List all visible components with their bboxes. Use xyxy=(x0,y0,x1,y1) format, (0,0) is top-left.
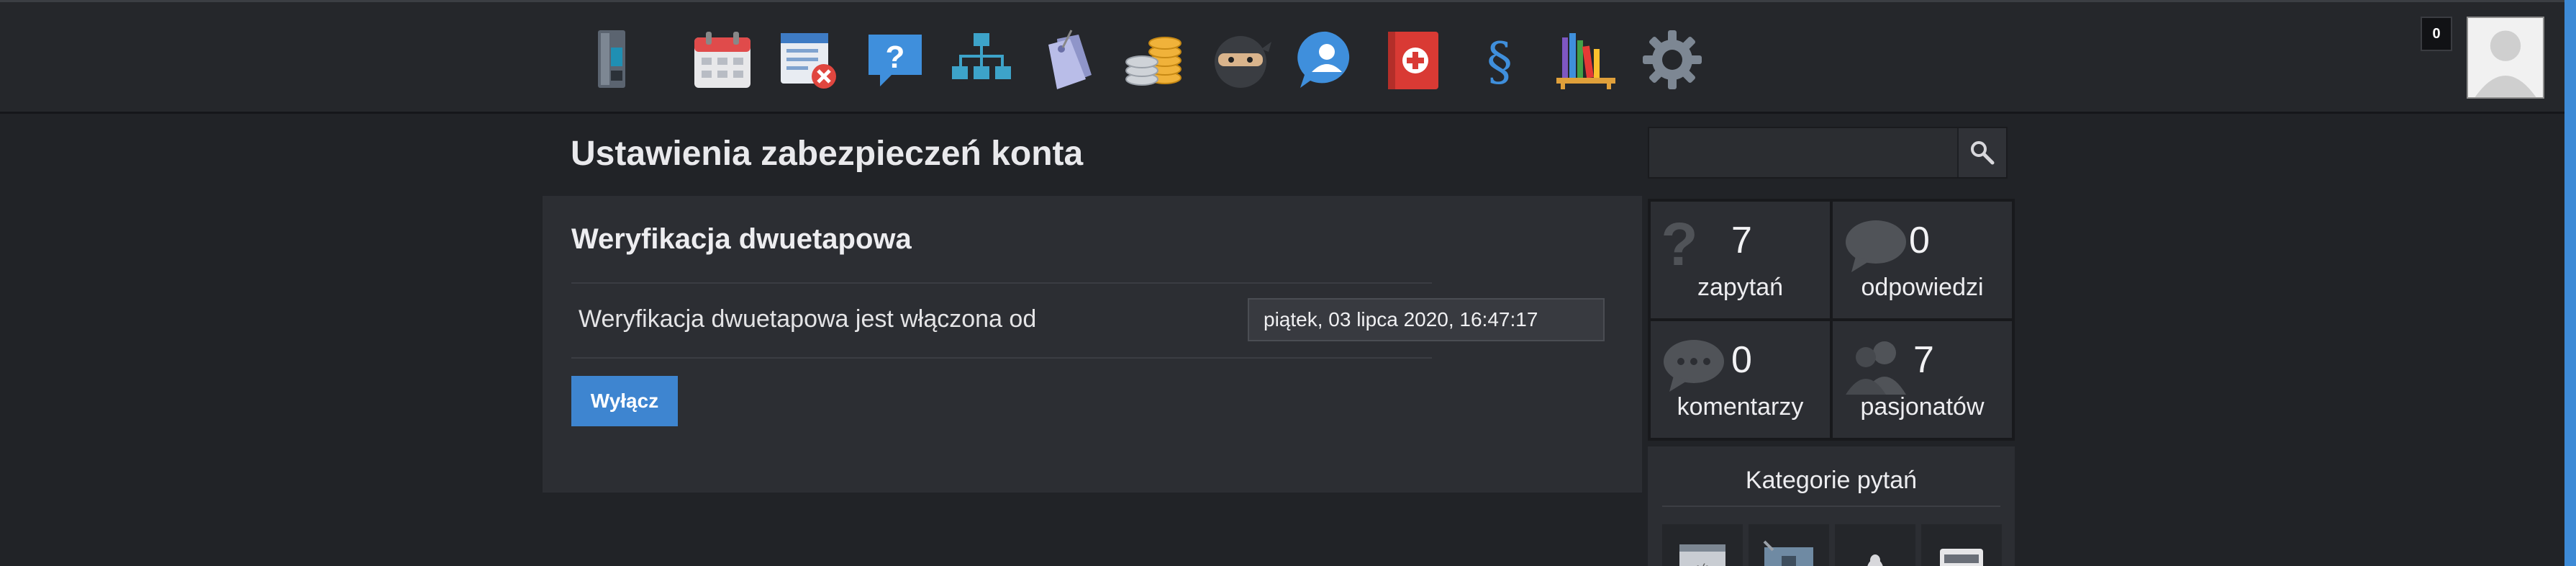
stat-questions[interactable]: ? 7 zapytań xyxy=(1651,202,1830,318)
stat-comments[interactable]: 0 komentarzy xyxy=(1651,321,1830,438)
search-input[interactable] xyxy=(1649,128,1957,177)
bookshelf-icon[interactable] xyxy=(1548,22,1623,97)
notification-count-badge[interactable]: 0 xyxy=(2421,17,2452,51)
page-title: Ustawienia zabezpieczeń konta xyxy=(571,135,1084,173)
category-programming[interactable]: </> xyxy=(1662,524,1743,566)
speech-bubble-icon xyxy=(1846,220,1906,272)
divider xyxy=(1662,506,2000,507)
stat-answers-label: odpowiedzi xyxy=(1861,274,1984,301)
user-stats-grid: ? 7 zapytań 0 odpowiedzi 0 komentarzy 7 … xyxy=(1648,199,2015,441)
coins-icon[interactable] xyxy=(1117,22,1192,97)
two-factor-panel: Weryfikacja dwuetapowa Weryfikacja dwuet… xyxy=(543,196,1642,493)
category-networking[interactable] xyxy=(1921,524,2002,566)
paragraph-icon[interactable]: § xyxy=(1462,22,1537,97)
category-hardware[interactable] xyxy=(1749,524,1829,566)
enabled-since-field: piątek, 03 lipca 2020, 16:47:17 xyxy=(1248,298,1605,341)
disable-two-factor-button[interactable]: Wyłącz xyxy=(571,376,678,426)
penguin-icon xyxy=(1867,554,1883,566)
tags-icon[interactable] xyxy=(1030,22,1105,97)
stat-answers-count: 0 xyxy=(1909,220,1930,261)
device-icon[interactable] xyxy=(576,22,650,97)
stat-followers[interactable]: 7 pasjonatów xyxy=(1833,321,2012,438)
category-linux[interactable] xyxy=(1835,524,1915,566)
divider xyxy=(571,357,1432,359)
users-icon xyxy=(1846,341,1906,395)
calendar-icon[interactable] xyxy=(685,22,760,97)
circuit-board-icon xyxy=(1763,540,1813,566)
stat-questions-count: 7 xyxy=(1731,220,1752,261)
scrollbar-accent xyxy=(2564,0,2576,566)
network-switch-icon xyxy=(1940,549,1983,566)
stat-questions-label: zapytań xyxy=(1697,274,1784,301)
categories-title: Kategorie pytań xyxy=(1745,467,1918,494)
list-remove-icon[interactable] xyxy=(771,22,846,97)
svg-text:</>: </> xyxy=(1692,561,1713,566)
search-button[interactable] xyxy=(1957,128,2006,177)
code-window-icon: </> xyxy=(1679,544,1725,566)
user-avatar[interactable] xyxy=(2467,17,2544,99)
comment-bubble-icon xyxy=(1664,340,1724,392)
user-chat-icon[interactable] xyxy=(1289,22,1364,97)
svg-text:?: ? xyxy=(886,40,905,75)
divider xyxy=(571,282,1432,284)
gear-icon[interactable] xyxy=(1635,22,1710,97)
question-icon[interactable]: ? xyxy=(858,22,933,97)
ninja-icon[interactable] xyxy=(1203,22,1278,97)
question-mark-icon: ? xyxy=(1662,217,1698,275)
category-icon-row: </> xyxy=(1662,524,2002,566)
stat-followers-count: 7 xyxy=(1913,339,1934,381)
top-navigation-bar: ? § 0 xyxy=(0,0,2576,114)
two-factor-status-label: Weryfikacja dwuetapowa jest włączona od xyxy=(579,305,1037,333)
nav-icon-bar: ? § xyxy=(576,22,1721,97)
svg-text:§: § xyxy=(1487,31,1513,91)
question-categories: Kategorie pytań </> xyxy=(1648,446,2015,566)
hierarchy-icon[interactable] xyxy=(944,22,1019,97)
first-aid-icon[interactable] xyxy=(1376,22,1451,97)
svg-text:?: ? xyxy=(1662,217,1698,275)
search-icon xyxy=(1971,141,1995,165)
stat-comments-label: komentarzy xyxy=(1677,393,1804,421)
stat-answers[interactable]: 0 odpowiedzi xyxy=(1833,202,2012,318)
section-title: Weryfikacja dwuetapowa xyxy=(571,223,912,255)
search-box xyxy=(1648,127,2008,179)
stat-comments-count: 0 xyxy=(1731,339,1752,381)
stat-followers-label: pasjonatów xyxy=(1860,393,1985,421)
